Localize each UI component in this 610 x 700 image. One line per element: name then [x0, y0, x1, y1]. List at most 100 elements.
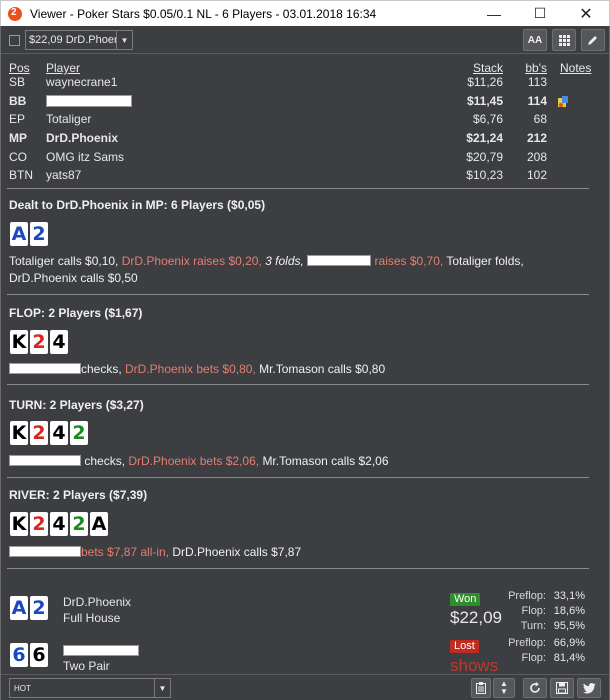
twitter-share-button[interactable] — [577, 678, 601, 698]
top-toolbar: $22,09 DrD.Phoenix ▼ AA — [1, 26, 609, 54]
font-size-button[interactable]: AA — [523, 29, 547, 51]
sort-button[interactable]: ▲ ▼ — [493, 678, 515, 698]
card: 2 — [70, 512, 88, 536]
card: 6 — [10, 643, 28, 667]
section-divider — [7, 188, 589, 189]
close-button[interactable]: ✕ — [563, 1, 609, 27]
card: 4 — [50, 421, 68, 445]
equity-stats: Preflop: 66,9% Flop: 81,4% — [491, 636, 585, 666]
pencil-icon — [588, 36, 597, 45]
player-row[interactable]: EP Totaliger $6,76 68 — [9, 110, 593, 128]
filter-value: HOT — [14, 683, 31, 693]
clipboard-button[interactable] — [471, 678, 491, 698]
stat-value: 95,5% — [553, 620, 585, 632]
hero-action-text: bets $7,87 all-in, — [81, 545, 173, 559]
player-stack: $20,79 — [466, 150, 503, 164]
player-bbs: 113 — [527, 75, 547, 89]
flop-actions: checks, DrD.Phoenix bets $0,80, Mr.Tomas… — [9, 361, 569, 378]
chevron-down-icon[interactable]: ▼ — [154, 679, 170, 697]
turn-cards: K 2 4 2 — [10, 421, 88, 445]
card: 4 — [50, 512, 68, 536]
player-name: waynecrane1 — [46, 75, 118, 89]
card: K — [10, 512, 28, 536]
action-text: DrD.Phoenix calls $7,87 — [172, 545, 302, 559]
chevron-down-icon[interactable]: ▼ — [116, 31, 132, 49]
sort-arrows-icon: ▲ ▼ — [500, 679, 508, 696]
player-pos: CO — [9, 150, 27, 164]
hand-selector-dropdown[interactable]: $22,09 DrD.Phoenix ▼ — [25, 30, 133, 50]
action-text: Totaliger folds, — [443, 254, 524, 268]
redacted-player-name — [9, 546, 81, 557]
hero-action-text: raises $0,70, — [371, 254, 444, 268]
won-badge: Won — [450, 593, 481, 606]
player-name: Totaliger — [46, 112, 92, 126]
card: 2 — [30, 596, 48, 620]
player-stack: $11,26 — [467, 75, 503, 89]
twitter-icon — [582, 682, 595, 693]
minimize-button[interactable]: — — [471, 1, 517, 27]
result-hand: Two Pair — [63, 659, 110, 673]
player-pos: SB — [9, 75, 26, 89]
river-title: RIVER: 2 Players ($7,39) — [9, 488, 148, 502]
action-text: checks, — [84, 454, 129, 468]
maximize-button[interactable]: ☐ — [517, 1, 563, 27]
hand-selector-value: $22,09 DrD.Phoenix — [29, 34, 116, 46]
player-bbs: 114 — [527, 94, 547, 108]
player-stack: $11,45 — [466, 94, 503, 108]
player-row[interactable]: SB waynecrane1 $11,26 113 — [9, 73, 593, 91]
bottom-toolbar: HOT ▼ ▲ ▼ — [1, 674, 609, 700]
grid-view-button[interactable] — [552, 29, 576, 51]
river-actions: bets $7,87 all-in, DrD.Phoenix calls $7,… — [9, 544, 569, 561]
stat-label: Preflop: — [508, 637, 546, 649]
card: 6 — [30, 643, 48, 667]
card: K — [10, 330, 28, 354]
hero-action-text: DrD.Phoenix raises $0,20, — [121, 254, 266, 268]
flop-cards: K 2 4 — [10, 330, 68, 354]
card: A — [90, 512, 108, 536]
player-name: OMG itz Sams — [46, 150, 125, 164]
player-row[interactable]: BB $11,45 114 — [9, 92, 593, 110]
save-button[interactable] — [550, 678, 574, 698]
player-stack: $21,24 — [466, 131, 503, 145]
preflop-actions: Totaliger calls $0,10, DrD.Phoenix raise… — [9, 253, 569, 287]
card: 2 — [30, 330, 48, 354]
player-row[interactable]: MP DrD.Phoenix $21,24 212 — [9, 129, 593, 147]
filter-dropdown[interactable]: HOT ▼ — [9, 678, 171, 698]
hero-action-text: DrD.Phoenix bets $2,06, — [128, 454, 263, 468]
player-pos: EP — [9, 112, 26, 126]
card: 2 — [30, 421, 48, 445]
player-pos: BB — [9, 94, 27, 108]
action-text: DrD.Phoenix calls $0,50 — [9, 271, 138, 285]
redacted-player-name — [63, 645, 139, 656]
redacted-player-name — [9, 455, 81, 466]
card: 2 — [30, 512, 48, 536]
card: 4 — [50, 330, 68, 354]
player-bbs: 68 — [533, 112, 547, 126]
result-hand: Full House — [63, 611, 121, 625]
redacted-player-name — [307, 255, 372, 266]
action-text: checks, — [81, 362, 126, 376]
action-text: Mr.Tomason calls $0,80 — [259, 362, 386, 376]
stat-value: 33,1% — [553, 590, 585, 602]
card: 2 — [30, 222, 48, 246]
player-bbs: 208 — [526, 150, 547, 164]
window-titlebar: Viewer - Poker Stars $0.05/0.1 NL - 6 Pl… — [0, 0, 610, 26]
replay-button[interactable] — [523, 678, 547, 698]
player-row[interactable]: CO OMG itz Sams $20,79 208 — [9, 148, 593, 166]
action-text: Mr.Tomason calls $2,06 — [262, 454, 389, 468]
player-row[interactable]: BTN yats87 $10,23 102 — [9, 166, 593, 184]
card: A — [10, 222, 28, 246]
stat-label: Preflop: — [508, 590, 546, 602]
equity-stats: Preflop: 33,1% Flop: 18,6% Turn: 95,5% — [491, 589, 585, 634]
section-divider — [7, 477, 589, 478]
edit-button[interactable] — [581, 29, 605, 51]
redacted-player-name — [9, 363, 81, 374]
stat-label: Flop: — [521, 652, 546, 664]
card: K — [10, 421, 28, 445]
select-hand-checkbox[interactable] — [9, 35, 20, 46]
app-logo-icon — [8, 6, 22, 21]
turn-actions: checks, DrD.Phoenix bets $2,06, Mr.Tomas… — [9, 453, 569, 470]
action-text: Totaliger calls $0,10, — [9, 254, 122, 268]
note-icon[interactable] — [557, 95, 569, 107]
card: 2 — [70, 421, 88, 445]
